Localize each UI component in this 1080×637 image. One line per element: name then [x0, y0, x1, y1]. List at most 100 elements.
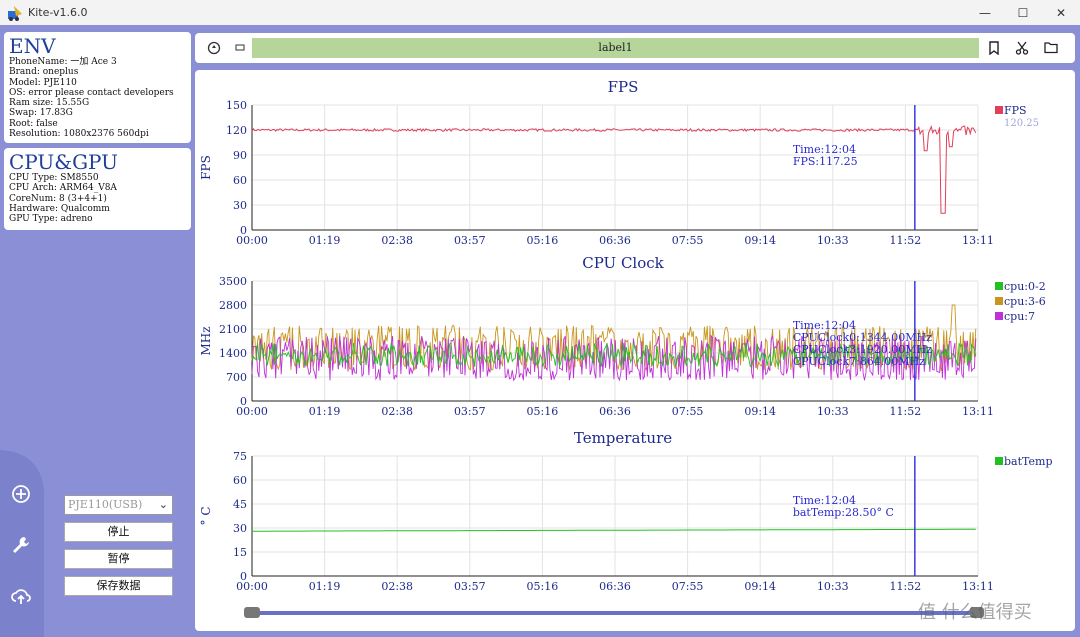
- chart-title: CPU Clock: [582, 254, 664, 272]
- x-tick-label: 10:33: [817, 234, 849, 247]
- pause-button[interactable]: 暂停: [64, 549, 173, 569]
- x-tick-label: 11:52: [890, 580, 922, 593]
- x-tick-label: 10:33: [817, 405, 849, 418]
- cursor-tooltip-line: batTemp:28.50° C: [793, 506, 894, 519]
- plus-circle-icon[interactable]: [10, 483, 32, 505]
- x-tick-label: 00:00: [236, 580, 268, 593]
- y-tick-label: 45: [233, 498, 247, 511]
- cpugpu-line: GPU Type: adreno: [9, 214, 93, 225]
- x-tick-label: 03:57: [454, 405, 486, 418]
- x-tick-label: 06:36: [599, 405, 631, 418]
- x-tick-label: 09:14: [744, 580, 776, 593]
- y-axis-label: MHz: [199, 326, 213, 355]
- fps-series-line: [251, 124, 977, 214]
- x-tick-label: 13:11: [962, 405, 994, 418]
- minimize-button[interactable]: —: [966, 0, 1004, 25]
- y-tick-label: 60: [233, 474, 247, 487]
- status-label: label1: [252, 38, 979, 58]
- x-tick-label: 00:00: [236, 234, 268, 247]
- y-tick-label: 150: [226, 99, 247, 112]
- battemp-series-line: [252, 528, 976, 532]
- y-tick-label: 75: [233, 450, 247, 463]
- env-line: Swap: 17.83G: [9, 108, 73, 119]
- y-tick-label: 30: [233, 199, 247, 212]
- legend-label: cpu:3-6: [1004, 295, 1046, 308]
- cursor-tooltip-line: CPUClock7:864.00MHz: [793, 355, 925, 368]
- x-tick-label: 09:14: [744, 405, 776, 418]
- x-tick-label: 06:36: [599, 234, 631, 247]
- y-tick-label: 15: [233, 546, 247, 559]
- chevron-down-icon: ⌄: [158, 498, 168, 511]
- y-tick-label: 2100: [219, 323, 247, 336]
- legend-swatch: [995, 106, 1003, 114]
- cloud-upload-icon[interactable]: [10, 585, 32, 607]
- cpugpu-line: CPU Arch: ARM64_V8A: [9, 183, 117, 194]
- x-tick-label: 07:55: [672, 234, 704, 247]
- scissors-icon[interactable]: [1015, 41, 1029, 55]
- env-line: Brand: oneplus: [9, 67, 79, 78]
- charts-panel: FPS 0 30 60 90 120 150 00:00 01:19 02:38 03:57 05:1…: [195, 70, 1075, 631]
- device-select[interactable]: PJE110(USB) ⌄: [64, 495, 173, 515]
- env-line: Ram size: 15.55G: [9, 98, 90, 109]
- env-line: OS: error please contact developers: [9, 87, 174, 98]
- save-data-button[interactable]: 保存数据: [64, 576, 173, 596]
- y-tick-label: 90: [233, 149, 247, 162]
- legend-value: 120.25: [1004, 118, 1039, 129]
- x-tick-label: 11:52: [890, 234, 922, 247]
- bookmark-icon[interactable]: [988, 41, 1000, 55]
- x-tick-label: 05:16: [527, 405, 559, 418]
- x-tick-label: 02:38: [381, 234, 413, 247]
- cpugpu-line: Hardware: Qualcomm: [9, 203, 110, 214]
- y-axis-label: ° C: [199, 507, 213, 526]
- x-tick-label: 05:16: [527, 234, 559, 247]
- legend-label: FPS: [1004, 104, 1027, 117]
- range-slider-left-handle: [244, 607, 260, 618]
- env-line: Model: PJE110: [9, 77, 77, 88]
- legend-label: cpu:7: [1004, 310, 1035, 323]
- close-button[interactable]: ✕: [1042, 0, 1080, 25]
- x-tick-label: 11:52: [890, 405, 922, 418]
- x-tick-label: 06:36: [599, 580, 631, 593]
- y-tick-label: 60: [233, 174, 247, 187]
- env-panel: ENV PhoneName: 一加 Ace 3 Brand: oneplus M…: [4, 32, 191, 143]
- y-tick-label: 700: [226, 371, 247, 384]
- x-tick-label: 13:11: [962, 580, 994, 593]
- y-tick-label: 1400: [219, 347, 247, 360]
- y-tick-label: 3500: [219, 275, 247, 288]
- x-tick-label: 02:38: [381, 580, 413, 593]
- x-tick-label: 01:19: [309, 580, 341, 593]
- cpugpu-line: CoreNum: 8 (3+4+1): [9, 193, 107, 204]
- wrench-icon[interactable]: [10, 534, 32, 556]
- screen-icon[interactable]: [235, 43, 245, 53]
- legend-label: batTemp: [1004, 455, 1053, 468]
- y-tick-label: 2800: [219, 299, 247, 312]
- refresh-icon[interactable]: [207, 41, 221, 55]
- x-tick-label: 07:55: [672, 580, 704, 593]
- charts-svg: FPS030609012015000:00 01:19 02:38 03:57 05:1…: [199, 78, 1053, 618]
- x-tick-label: 09:14: [744, 234, 776, 247]
- x-tick-label: 10:33: [817, 580, 849, 593]
- y-tick-label: 30: [233, 522, 247, 535]
- x-tick-label: 03:57: [454, 234, 486, 247]
- chart-title: Temperature: [574, 429, 672, 447]
- cpugpu-title: CPU&GPU: [9, 150, 119, 174]
- env-line: Root: false: [9, 118, 58, 129]
- stop-button[interactable]: 停止: [64, 522, 173, 542]
- device-select-value: PJE110(USB): [68, 498, 143, 511]
- legend-label: cpu:0-2: [1004, 280, 1046, 293]
- window-titlebar: Kite-v1.6.0 — ☐ ✕: [0, 0, 1080, 25]
- x-tick-label: 00:00: [236, 405, 268, 418]
- cpugpu-line: CPU Type: SM8550: [9, 173, 99, 183]
- x-tick-label: 03:57: [454, 580, 486, 593]
- env-line: Resolution: 1080x2376 560dpi: [9, 129, 149, 140]
- maximize-button[interactable]: ☐: [1004, 0, 1042, 25]
- x-tick-label: 07:55: [672, 405, 704, 418]
- cpugpu-panel: CPU&GPU CPU Type: SM8550 CPU Arch: ARM64…: [4, 148, 191, 230]
- x-tick-label: 13:11: [962, 234, 994, 247]
- kite-app-icon: [8, 5, 22, 21]
- legend-swatch: [995, 297, 1003, 305]
- window-title: Kite-v1.6.0: [28, 6, 88, 19]
- folder-icon[interactable]: [1044, 41, 1058, 54]
- x-tick-label: 05:16: [527, 580, 559, 593]
- env-title: ENV: [9, 34, 56, 58]
